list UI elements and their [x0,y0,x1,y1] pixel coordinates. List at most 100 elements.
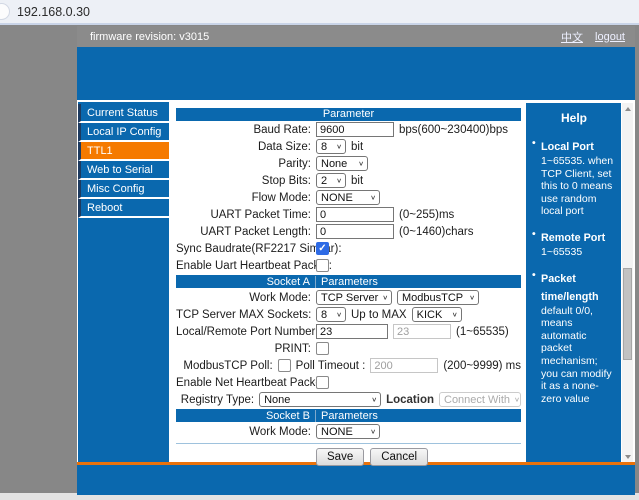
browser-tab-title[interactable]: 192.168.0.30 [17,0,90,24]
enable-net-heartbeat-label: Enable Net Heartbeat Packet: [176,376,329,389]
chevron-down-icon: ∨ [514,395,520,404]
data-size-unit: bit [351,140,364,153]
help-item-heading: Local Port [541,141,594,153]
chevron-down-icon: ∨ [358,159,364,168]
scroll-up-icon[interactable] [622,103,634,114]
uart-packet-length-range: (0~1460)chars [399,225,474,238]
chevron-down-icon: ∨ [336,310,342,319]
row-sync-baudrate: Sync Baudrate(RF2217 Similar): ✓ [176,240,521,257]
footer-band [77,465,635,495]
chevron-down-icon: ∨ [370,427,376,436]
row-tcp-server-max: TCP Server MAX Sockets: 8 ∨ Up to MAX KIC… [176,306,521,323]
poll-timeout-input [370,358,439,373]
section-title-parameter: Parameter [176,108,521,121]
uart-packet-length-input[interactable] [316,224,394,239]
port-range: (1~65535) [456,325,509,338]
stop-bits-select[interactable]: 2 ∨ [316,173,346,188]
row-enable-uart-heartbeat: Enable Uart Heartbeat Packet: [176,257,521,274]
help-item-local-port: • Local Port 1~65535. when TCP Client, s… [532,137,616,218]
firmware-revision-label: firmware revision: v3015 [90,30,210,43]
work-mode-b-select[interactable]: NONE ∨ [316,424,380,439]
modbus-poll-label: ModbusTCP Poll: [183,359,273,372]
scroll-down-icon[interactable] [622,451,634,462]
sidebar-item-local-ip-config[interactable]: Local IP Config [78,123,169,142]
row-data-size: Data Size: 8 ∨ bit [176,138,521,155]
work-mode-a-select[interactable]: TCP Server ∨ [316,290,392,305]
section-title-socket-b: Socket B Parameters [176,409,521,422]
logout-link[interactable]: logout [595,31,625,43]
app-window: firmware revision: v3015 中文 logout Curre… [77,26,635,495]
bullet-icon: • [532,268,536,281]
location-label: Location [386,393,434,406]
scrollbar-thumb[interactable] [623,268,632,360]
sidebar-item-web-to-serial[interactable]: Web to Serial [78,161,169,180]
help-item-text: 1~65535 [541,245,583,258]
row-parity: Parity: None ∨ [176,155,521,172]
help-panel: Help • Local Port 1~65535. when TCP Clie… [526,103,633,462]
parity-label: Parity: [278,157,311,170]
language-link[interactable]: 中文 [561,29,583,45]
print-checkbox[interactable] [316,342,329,355]
chevron-down-icon: ∨ [451,310,458,319]
row-work-mode-b: Work Mode: NONE ∨ [176,423,521,440]
sidebar-item-reboot[interactable]: Reboot [78,199,169,218]
help-item-heading: Remote Port [541,231,606,244]
flow-mode-label: Flow Mode: [251,191,311,204]
cancel-button[interactable]: Cancel [370,448,429,466]
tcp-server-max-select[interactable]: 8 ∨ [316,307,346,322]
row-print: PRINT: [176,340,521,357]
browser-tab-bar: 192.168.0.30 [0,0,639,25]
sync-baudrate-label: Sync Baudrate(RF2217 Similar): [176,242,342,255]
help-item-text: default 0/0, means automatic packet mech… [541,304,612,405]
baud-rate-input[interactable] [316,122,394,137]
uart-packet-time-label: UART Packet Time: [210,208,311,221]
row-uart-packet-time: UART Packet Time: (0~255)ms [176,206,521,223]
row-uart-packet-length: UART Packet Length: (0~1460)chars [176,223,521,240]
registry-type-select[interactable]: None ∨ [259,392,382,407]
work-mode-a-sub-select[interactable]: ModbusTCP ∨ [397,290,479,305]
row-baud-rate: Baud Rate: bps(600~230400)bps [176,121,521,138]
kick-select[interactable]: KICK ∨ [411,307,462,322]
sidebar: Current Status Local IP Config TTL1 Web … [78,102,169,462]
sync-baudrate-checkbox[interactable]: ✓ [316,242,329,255]
parameter-form: Parameter Baud Rate: bps(600~230400)bps … [176,108,521,466]
header-banner [77,47,635,100]
chevron-down-icon: ∨ [336,176,342,185]
baud-rate-range: bps(600~230400)bps [399,123,509,136]
data-size-select[interactable]: 8 ∨ [316,139,346,154]
modbus-poll-checkbox[interactable] [277,359,291,372]
help-item-remote-port: • Remote Port 1~65535 [532,228,616,259]
sidebar-item-misc-config[interactable]: Misc Config [78,180,169,199]
local-remote-port-label: Local/Remote Port Number: [176,325,319,338]
sidebar-nav: Current Status Local IP Config TTL1 Web … [78,104,169,218]
flow-mode-select[interactable]: NONE ∨ [316,190,380,205]
sidebar-item-current-status[interactable]: Current Status [78,104,169,123]
local-port-input[interactable] [316,324,388,339]
poll-timeout-range: (200~9999) ms [443,359,521,372]
registry-type-label: Registry Type: [180,393,255,406]
bullet-icon: • [532,137,536,149]
help-title: Help [560,111,587,125]
enable-uart-heartbeat-label: Enable Uart Heartbeat Packet: [176,259,332,272]
poll-timeout-label: Poll Timeout : [295,359,366,372]
row-registry-type: Registry Type: None ∨ Location Connect Wi… [176,391,521,408]
parity-select[interactable]: None ∨ [316,156,368,171]
help-item-text: 1~65535. when TCP Client, set this to 0 … [541,155,614,218]
form-divider [176,443,521,444]
button-row: Save Cancel [176,448,521,466]
save-button[interactable]: Save [316,448,365,466]
section-title-socket-a: Socket A Parameters [176,275,521,288]
sidebar-item-ttl1[interactable]: TTL1 [78,142,169,161]
enable-net-heartbeat-checkbox[interactable] [316,376,329,389]
work-mode-b-label: Work Mode: [249,425,311,438]
uart-packet-time-input[interactable] [316,207,394,222]
row-local-remote-port: Local/Remote Port Number: (1~65535) [176,323,521,340]
bullet-icon: • [532,227,536,240]
row-flow-mode: Flow Mode: NONE ∨ [176,189,521,206]
enable-uart-heartbeat-checkbox[interactable] [316,259,329,272]
chevron-down-icon: ∨ [382,293,389,302]
help-item-packet: • Packet time/length default 0/0, means … [532,269,616,406]
tcp-server-max-label: TCP Server MAX Sockets: [176,308,312,321]
help-scrollbar[interactable] [621,103,633,462]
chevron-down-icon: ∨ [336,142,342,151]
